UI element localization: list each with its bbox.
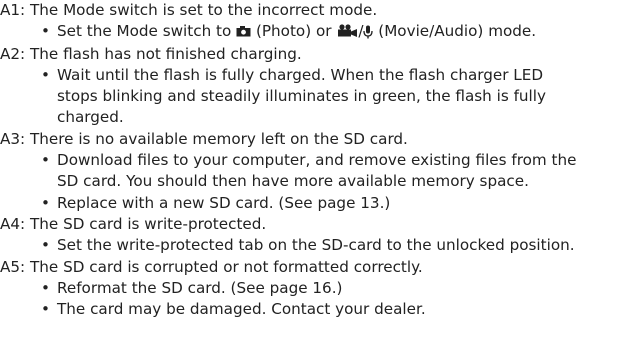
bullet-line: The card may be damaged. Contact your de… bbox=[57, 300, 426, 319]
bullet-dot: • bbox=[41, 193, 50, 212]
answer-a3-label: A3: bbox=[0, 129, 26, 148]
bullet-item: • The card may be damaged. Contact your … bbox=[41, 299, 630, 320]
answer-a1-bullets: • Set the Mode switch to (Photo) or / (M… bbox=[0, 21, 630, 43]
answer-a4-text: The SD card is write-protected. bbox=[30, 214, 267, 233]
answer-a5-text: The SD card is corrupted or not formatte… bbox=[30, 257, 423, 276]
answer-a2: A2: The flash has not finished charging.… bbox=[0, 44, 630, 129]
answer-a1-text: The Mode switch is set to the incorrect … bbox=[30, 1, 378, 19]
answer-a5-bullets: • Reformat the SD card. (See page 16.) •… bbox=[0, 278, 630, 321]
answer-a5-label: A5: bbox=[0, 257, 26, 276]
bullet-item: • Wait until the flash is fully charged.… bbox=[41, 65, 630, 129]
answer-a5-heading: A5: The SD card is corrupted or not form… bbox=[0, 257, 630, 278]
answer-a2-text: The flash has not finished charging. bbox=[30, 44, 302, 63]
answer-a4-heading: A4: The SD card is write-protected. bbox=[0, 214, 630, 235]
answer-a4-label: A4: bbox=[0, 214, 26, 233]
bullet-line: SD card. You should then have more avail… bbox=[57, 172, 529, 191]
bullet-item: • Download files to your computer, and r… bbox=[41, 150, 630, 193]
answer-a2-label: A2: bbox=[0, 44, 26, 63]
answer-a4-bullets: • Set the write-protected tab on the SD-… bbox=[0, 235, 630, 256]
answer-a3-text: There is no available memory left on the… bbox=[30, 129, 408, 148]
bullet-line: Wait until the flash is fully charged. W… bbox=[57, 65, 544, 84]
answer-a1-label: A1: bbox=[0, 1, 26, 19]
answer-a2-bullets: • Wait until the flash is fully charged.… bbox=[0, 65, 630, 129]
answer-a3-heading: A3: There is no available memory left on… bbox=[0, 129, 630, 150]
answer-a3: A3: There is no available memory left on… bbox=[0, 129, 630, 214]
bullet-line: Set the write-protected tab on the SD-ca… bbox=[57, 236, 575, 255]
bullet-dot: • bbox=[41, 151, 50, 170]
bullet-dot: • bbox=[41, 236, 50, 255]
bullet-line: stops blinking and steadily illuminates … bbox=[57, 87, 546, 106]
troubleshooting-answers: A1: The Mode switch is set to the incorr… bbox=[0, 0, 630, 320]
answer-a1-heading: A1: The Mode switch is set to the incorr… bbox=[0, 0, 630, 21]
bullet-item: • Set the Mode switch to (Photo) or / (M… bbox=[41, 21, 630, 43]
bullet-item: • Set the write-protected tab on the SD-… bbox=[41, 235, 630, 256]
bullet-line: Download files to your computer, and rem… bbox=[57, 151, 577, 170]
bullet-line: charged. bbox=[57, 108, 124, 127]
answer-a2-heading: A2: The flash has not finished charging. bbox=[0, 44, 630, 65]
bullet-dot: • bbox=[41, 300, 50, 319]
answer-a4: A4: The SD card is write-protected. • Se… bbox=[0, 214, 630, 257]
bullet-line: Reformat the SD card. (See page 16.) bbox=[57, 278, 343, 297]
bullet-item: • Reformat the SD card. (See page 16.) bbox=[41, 278, 630, 299]
bullet-dot: • bbox=[41, 65, 50, 84]
bullet-line: Replace with a new SD card. (See page 13… bbox=[57, 193, 391, 212]
bullet-dot: • bbox=[41, 278, 50, 297]
camera-icon bbox=[236, 22, 251, 43]
bullet-item: • Replace with a new SD card. (See page … bbox=[41, 193, 630, 214]
movie-icon bbox=[336, 22, 358, 43]
bullet-dot: • bbox=[41, 22, 50, 41]
answer-a5: A5: The SD card is corrupted or not form… bbox=[0, 257, 630, 321]
answer-a1: A1: The Mode switch is set to the incorr… bbox=[0, 0, 630, 44]
microphone-icon bbox=[363, 22, 374, 43]
answer-a3-bullets: • Download files to your computer, and r… bbox=[0, 150, 630, 214]
